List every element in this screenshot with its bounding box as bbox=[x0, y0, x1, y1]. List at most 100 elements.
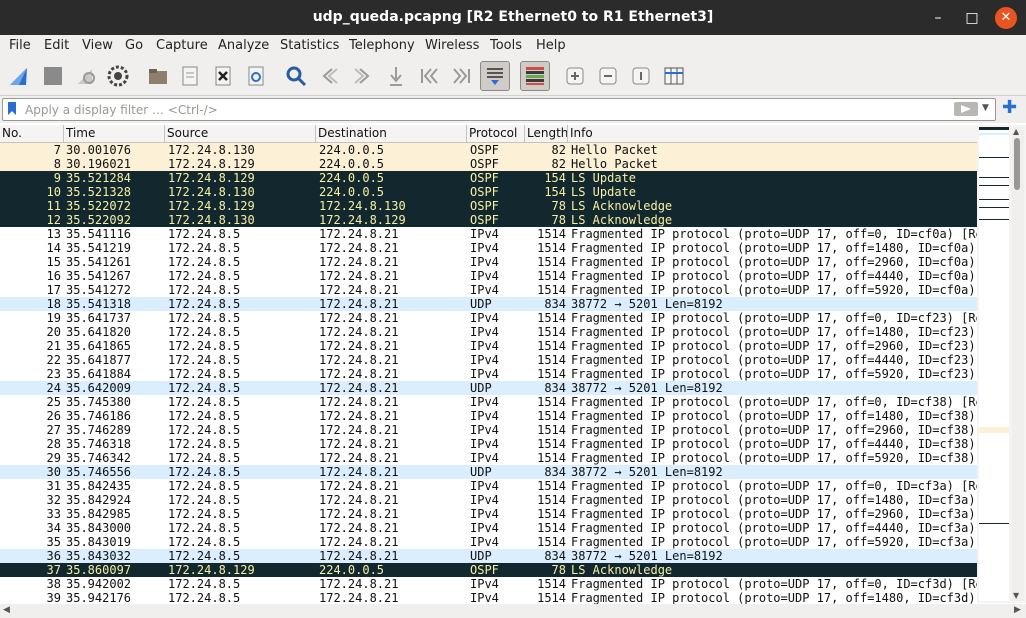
packet-row[interactable]: 37 35.860097 172.24.8.129 224.0.0.5 OSPF 78 LS… bbox=[0, 563, 977, 577]
bookmark-icon[interactable] bbox=[8, 102, 16, 115]
column-protocol[interactable]: Protocol bbox=[467, 125, 525, 142]
packet-row[interactable]: 16 35.541267 172.24.8.5 172.24.8.21 IPv4 1514… bbox=[0, 269, 977, 283]
scroll-track[interactable] bbox=[1012, 127, 1024, 601]
packet-row[interactable]: 29 35.746342 172.24.8.5 172.24.8.21 IPv4 1514… bbox=[0, 451, 977, 465]
packet-row[interactable]: 31 35.842435 172.24.8.5 172.24.8.21 IPv4 1514… bbox=[0, 479, 977, 493]
packet-row[interactable]: 22 35.641877 172.24.8.5 172.24.8.21 IPv4 1514… bbox=[0, 353, 977, 367]
chevron-down-icon[interactable]: ▼ bbox=[982, 103, 989, 113]
options-gear-icon[interactable] bbox=[105, 63, 131, 89]
column-info[interactable]: Info bbox=[568, 125, 977, 142]
packet-row[interactable]: 36 35.843032 172.24.8.5 172.24.8.21 UDP 834 38… bbox=[0, 549, 977, 563]
packet-row[interactable]: 13 35.541116 172.24.8.5 172.24.8.21 IPv4 1514… bbox=[0, 227, 977, 241]
packet-row[interactable]: 39 35.942176 172.24.8.5 172.24.8.21 IPv4 1514… bbox=[0, 591, 977, 604]
menu-edit[interactable]: Edit bbox=[44, 38, 69, 53]
menu-view[interactable]: View bbox=[82, 38, 113, 53]
minimap-mark bbox=[979, 219, 1009, 220]
add-filter-button-icon[interactable]: ✚ bbox=[1002, 98, 1017, 118]
close-file-icon[interactable] bbox=[210, 63, 236, 89]
resize-columns-icon[interactable] bbox=[661, 63, 687, 89]
display-filter-input[interactable] bbox=[23, 100, 927, 120]
packet-row[interactable]: 8 30.196021 172.24.8.129 224.0.0.5 OSPF 82 Hel… bbox=[0, 157, 977, 171]
packet-row[interactable]: 12 35.522092 172.24.8.130 172.24.8.129 OSPF 7… bbox=[0, 213, 977, 227]
zoom-in-icon[interactable] bbox=[562, 63, 588, 89]
packet-info-cell: Fragmented IP protocol (proto=UDP 17, of… bbox=[571, 241, 976, 255]
scroll-up-icon[interactable]: ▲ bbox=[1013, 127, 1019, 136]
menu-wireless[interactable]: Wireless bbox=[425, 38, 479, 53]
column-source[interactable]: Source bbox=[165, 125, 316, 142]
packet-row[interactable]: 30 35.746556 172.24.8.5 172.24.8.21 UDP 834 38… bbox=[0, 465, 977, 479]
packet-row[interactable]: 14 35.541219 172.24.8.5 172.24.8.21 IPv4 1514… bbox=[0, 241, 977, 255]
colorize-icon[interactable] bbox=[520, 61, 550, 91]
packet-src-cell: 172.24.8.129 bbox=[168, 199, 255, 213]
normal-size-icon[interactable] bbox=[628, 63, 654, 89]
packet-row[interactable]: 15 35.541261 172.24.8.5 172.24.8.21 IPv4 1514… bbox=[0, 255, 977, 269]
packet-src-cell: 172.24.8.5 bbox=[168, 367, 241, 381]
packet-info-cell: Fragmented IP protocol (proto=UDP 17, of… bbox=[571, 409, 976, 423]
menu-statistics[interactable]: Statistics bbox=[280, 38, 339, 53]
packet-row[interactable]: 35 35.843019 172.24.8.5 172.24.8.21 IPv4 1514… bbox=[0, 535, 977, 549]
packet-row[interactable]: 32 35.842924 172.24.8.5 172.24.8.21 IPv4 1514… bbox=[0, 493, 977, 507]
last-packet-icon[interactable] bbox=[449, 63, 475, 89]
scroll-thumb[interactable] bbox=[1014, 138, 1020, 190]
goto-packet-icon[interactable] bbox=[383, 63, 409, 89]
column-time[interactable]: Time bbox=[64, 125, 165, 142]
menu-help[interactable]: Help bbox=[536, 38, 566, 53]
packet-row[interactable]: 11 35.522072 172.24.8.129 172.24.8.130 OSPF 7… bbox=[0, 199, 977, 213]
packet-row[interactable]: 26 35.746186 172.24.8.5 172.24.8.21 IPv4 1514… bbox=[0, 409, 977, 423]
first-packet-icon[interactable] bbox=[416, 63, 442, 89]
packet-row[interactable]: 34 35.843000 172.24.8.5 172.24.8.21 IPv4 1514… bbox=[0, 521, 977, 535]
packet-row[interactable]: 25 35.745380 172.24.8.5 172.24.8.21 IPv4 1514… bbox=[0, 395, 977, 409]
packet-row[interactable]: 20 35.641820 172.24.8.5 172.24.8.21 IPv4 1514… bbox=[0, 325, 977, 339]
packet-minimap[interactable] bbox=[979, 127, 1009, 601]
menu-analyze[interactable]: Analyze bbox=[218, 38, 269, 53]
close-button[interactable]: ✕ bbox=[995, 7, 1017, 29]
packet-no-cell: 31 bbox=[46, 479, 61, 493]
packet-row[interactable]: 10 35.521328 172.24.8.130 224.0.0.5 OSPF 154 L… bbox=[0, 185, 977, 199]
packet-info-cell: Fragmented IP protocol (proto=UDP 17, of… bbox=[571, 269, 976, 283]
restart-icon[interactable] bbox=[73, 63, 99, 89]
packet-dst-cell: 172.24.8.21 bbox=[319, 535, 399, 549]
open-folder-icon[interactable] bbox=[145, 63, 171, 89]
minimize-button[interactable]: – bbox=[927, 7, 949, 29]
packet-info-cell: Fragmented IP protocol (proto=UDP 17, of… bbox=[571, 591, 976, 604]
column-destination[interactable]: Destination bbox=[316, 125, 467, 142]
menu-tools[interactable]: Tools bbox=[490, 38, 522, 53]
minimap-mark bbox=[979, 133, 1009, 135]
packet-row[interactable]: 33 35.842985 172.24.8.5 172.24.8.21 IPv4 1514… bbox=[0, 507, 977, 521]
menu-file[interactable]: File bbox=[9, 38, 31, 53]
menu-go[interactable]: Go bbox=[125, 38, 143, 53]
packet-no-cell: 32 bbox=[46, 493, 61, 507]
packet-row[interactable]: 17 35.541272 172.24.8.5 172.24.8.21 IPv4 1514… bbox=[0, 283, 977, 297]
file-icon[interactable] bbox=[177, 63, 203, 89]
packet-row[interactable]: 28 35.746318 172.24.8.5 172.24.8.21 IPv4 1514… bbox=[0, 437, 977, 451]
packet-row[interactable]: 7 30.001076 172.24.8.130 224.0.0.5 OSPF 82 Hel… bbox=[0, 143, 977, 157]
horizontal-scrollbar[interactable]: ◀ ▶ bbox=[0, 604, 1026, 618]
packet-row[interactable]: 38 35.942002 172.24.8.5 172.24.8.21 IPv4 1514… bbox=[0, 577, 977, 591]
packet-row[interactable]: 9 35.521284 172.24.8.129 224.0.0.5 OSPF 154 LS… bbox=[0, 171, 977, 185]
zoom-out-icon[interactable] bbox=[595, 63, 621, 89]
packet-row[interactable]: 27 35.746289 172.24.8.5 172.24.8.21 IPv4 1514… bbox=[0, 423, 977, 437]
packet-row[interactable]: 24 35.642009 172.24.8.5 172.24.8.21 UDP 834 38… bbox=[0, 381, 977, 395]
scroll-down-icon[interactable]: ▼ bbox=[1013, 591, 1019, 600]
scroll-right-icon[interactable]: ▶ bbox=[1014, 605, 1021, 615]
stop-icon[interactable] bbox=[40, 63, 66, 89]
packet-row[interactable]: 23 35.641884 172.24.8.5 172.24.8.21 IPv4 1514… bbox=[0, 367, 977, 381]
packet-row[interactable]: 21 35.641865 172.24.8.5 172.24.8.21 IPv4 1514… bbox=[0, 339, 977, 353]
scroll-left-icon[interactable]: ◀ bbox=[3, 605, 10, 615]
forward-icon[interactable] bbox=[350, 63, 376, 89]
shark-fin-icon[interactable] bbox=[6, 63, 32, 89]
menu-telephony[interactable]: Telephony bbox=[349, 38, 415, 53]
packet-info-cell: Fragmented IP protocol (proto=UDP 17, of… bbox=[571, 423, 976, 437]
column-no[interactable]: No. bbox=[0, 125, 64, 142]
packet-row[interactable]: 18 35.541318 172.24.8.5 172.24.8.21 UDP 834 38… bbox=[0, 297, 977, 311]
column-length[interactable]: Length bbox=[525, 125, 568, 142]
find-icon[interactable] bbox=[283, 63, 309, 89]
maximize-button[interactable]: □ bbox=[961, 7, 983, 29]
back-icon[interactable] bbox=[316, 63, 342, 89]
autoscroll-icon[interactable] bbox=[480, 61, 510, 91]
packet-len-cell: 154 bbox=[544, 185, 566, 199]
reload-icon[interactable] bbox=[243, 63, 269, 89]
apply-filter-arrow-icon[interactable] bbox=[954, 102, 978, 116]
packet-row[interactable]: 19 35.641737 172.24.8.5 172.24.8.21 IPv4 1514… bbox=[0, 311, 977, 325]
menu-capture[interactable]: Capture bbox=[156, 38, 208, 53]
